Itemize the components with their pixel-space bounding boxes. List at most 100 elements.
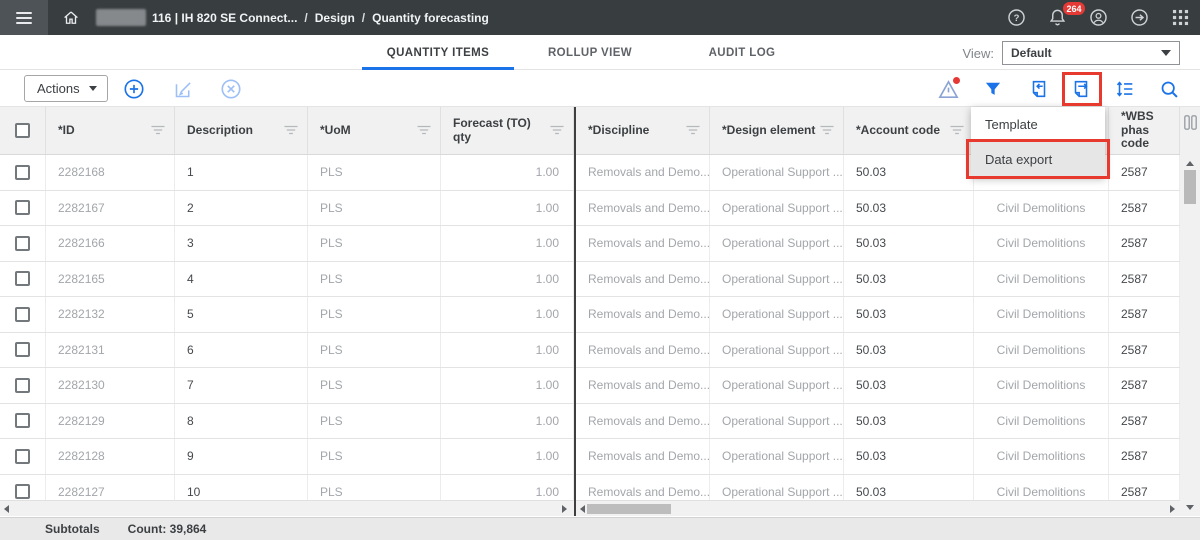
cell-uom[interactable]: PLS: [308, 368, 441, 403]
cell-id[interactable]: 2282166: [46, 226, 175, 261]
cell-wbs-phase-code[interactable]: 2587: [1109, 191, 1180, 226]
cell-id[interactable]: 2282129: [46, 404, 175, 439]
cell-discipline[interactable]: Removals and Demo...: [576, 262, 710, 297]
row-checkbox[interactable]: [15, 484, 30, 499]
column-options-corner[interactable]: [1180, 107, 1200, 155]
scroll-right-arrow[interactable]: [1170, 505, 1175, 513]
column-filter-icon[interactable]: [151, 125, 165, 136]
cell-account-code[interactable]: 50.03: [844, 439, 974, 474]
menu-item-data-export[interactable]: Data export: [971, 142, 1105, 177]
search-button[interactable]: [1157, 77, 1181, 101]
frozen-pane-hscrollbar[interactable]: [0, 500, 574, 516]
scroll-down-arrow[interactable]: [1186, 505, 1194, 510]
cell-design-element[interactable]: Operational Support ...: [710, 262, 844, 297]
cell-account-code[interactable]: 50.03: [844, 368, 974, 403]
tab-audit-log[interactable]: AUDIT LOG: [666, 35, 818, 70]
cell-discipline[interactable]: Removals and Demo...: [576, 191, 710, 226]
cell-discipline[interactable]: Removals and Demo...: [576, 439, 710, 474]
cell-category[interactable]: Civil Demolitions: [974, 439, 1109, 474]
frozen-pane-divider[interactable]: [574, 107, 576, 516]
cell-design-element[interactable]: Operational Support ...: [710, 155, 844, 190]
row-checkbox[interactable]: [15, 236, 30, 251]
cell-wbs-phase-code[interactable]: 2587: [1109, 439, 1180, 474]
row-checkbox[interactable]: [15, 449, 30, 464]
cell-id[interactable]: 2282167: [46, 191, 175, 226]
vertical-scrollbar[interactable]: [1180, 107, 1200, 516]
row-checkbox[interactable]: [15, 342, 30, 357]
cell-category[interactable]: Civil Demolitions: [974, 191, 1109, 226]
cell-forecast-qty[interactable]: 1.00: [441, 333, 574, 368]
cell-description[interactable]: 7: [175, 368, 308, 403]
breadcrumb-project[interactable]: 116 | IH 820 SE Connect...: [152, 11, 297, 25]
cell-uom[interactable]: PLS: [308, 191, 441, 226]
scroll-left-arrow[interactable]: [580, 505, 585, 513]
cell-wbs-phase-code[interactable]: 2587: [1109, 333, 1180, 368]
cell-design-element[interactable]: Operational Support ...: [710, 368, 844, 403]
row-checkbox[interactable]: [0, 226, 46, 261]
column-header-design-element[interactable]: *Design element: [710, 107, 844, 154]
column-filter-icon[interactable]: [686, 125, 700, 136]
app-switcher-button[interactable]: [1170, 8, 1190, 28]
filter-button[interactable]: [981, 77, 1005, 101]
cell-description[interactable]: 9: [175, 439, 308, 474]
cell-account-code[interactable]: 50.03: [844, 191, 974, 226]
cell-forecast-qty[interactable]: 1.00: [441, 368, 574, 403]
row-checkbox[interactable]: [0, 297, 46, 332]
column-header-uom[interactable]: *UoM: [308, 107, 441, 154]
cell-uom[interactable]: PLS: [308, 404, 441, 439]
cell-account-code[interactable]: 50.03: [844, 297, 974, 332]
cell-discipline[interactable]: Removals and Demo...: [576, 226, 710, 261]
scrollable-pane-hscrollbar[interactable]: [576, 500, 1180, 516]
column-header-forecast-to-qty[interactable]: Forecast (TO) qty: [441, 107, 574, 154]
cell-design-element[interactable]: Operational Support ...: [710, 439, 844, 474]
cell-uom[interactable]: PLS: [308, 262, 441, 297]
cell-account-code[interactable]: 50.03: [844, 404, 974, 439]
cell-discipline[interactable]: Removals and Demo...: [576, 155, 710, 190]
row-checkbox[interactable]: [15, 307, 30, 322]
edit-item-button[interactable]: [171, 77, 195, 101]
cell-description[interactable]: 5: [175, 297, 308, 332]
cell-forecast-qty[interactable]: 1.00: [441, 191, 574, 226]
cell-forecast-qty[interactable]: 1.00: [441, 262, 574, 297]
help-button[interactable]: ?: [1006, 8, 1026, 28]
column-header-account-code[interactable]: *Account code: [844, 107, 974, 154]
cell-design-element[interactable]: Operational Support ...: [710, 226, 844, 261]
row-checkbox[interactable]: [0, 191, 46, 226]
row-checkbox[interactable]: [15, 165, 30, 180]
row-checkbox[interactable]: [0, 368, 46, 403]
cell-discipline[interactable]: Removals and Demo...: [576, 333, 710, 368]
cell-id[interactable]: 2282128: [46, 439, 175, 474]
cell-category[interactable]: Civil Demolitions: [974, 333, 1109, 368]
column-filter-icon[interactable]: [820, 125, 834, 136]
cell-discipline[interactable]: Removals and Demo...: [576, 297, 710, 332]
cell-account-code[interactable]: 50.03: [844, 226, 974, 261]
cell-description[interactable]: 6: [175, 333, 308, 368]
column-filter-icon[interactable]: [284, 125, 298, 136]
cell-description[interactable]: 4: [175, 262, 308, 297]
cell-description[interactable]: 8: [175, 404, 308, 439]
scroll-up-arrow[interactable]: [1186, 161, 1194, 166]
alerts-button[interactable]: [936, 77, 960, 101]
cell-uom[interactable]: PLS: [308, 439, 441, 474]
column-header-discipline[interactable]: *Discipline: [576, 107, 710, 154]
cell-description[interactable]: 1: [175, 155, 308, 190]
cell-forecast-qty[interactable]: 1.00: [441, 297, 574, 332]
scroll-left-arrow[interactable]: [4, 505, 9, 513]
row-checkbox[interactable]: [0, 262, 46, 297]
cell-discipline[interactable]: Removals and Demo...: [576, 368, 710, 403]
column-filter-icon[interactable]: [950, 125, 964, 136]
cell-description[interactable]: 2: [175, 191, 308, 226]
cell-design-element[interactable]: Operational Support ...: [710, 333, 844, 368]
row-checkbox[interactable]: [0, 155, 46, 190]
column-filter-icon[interactable]: [550, 125, 564, 136]
cell-id[interactable]: 2282165: [46, 262, 175, 297]
column-header-wbs-phas-code[interactable]: *WBS phas code: [1109, 107, 1180, 154]
row-checkbox[interactable]: [15, 378, 30, 393]
cell-wbs-phase-code[interactable]: 2587: [1109, 262, 1180, 297]
add-item-button[interactable]: [122, 77, 146, 101]
cell-category[interactable]: Civil Demolitions: [974, 297, 1109, 332]
cell-account-code[interactable]: 50.03: [844, 155, 974, 190]
cell-category[interactable]: Civil Demolitions: [974, 226, 1109, 261]
view-dropdown[interactable]: Default: [1002, 41, 1180, 65]
tab-rollup-view[interactable]: ROLLUP VIEW: [514, 35, 666, 70]
